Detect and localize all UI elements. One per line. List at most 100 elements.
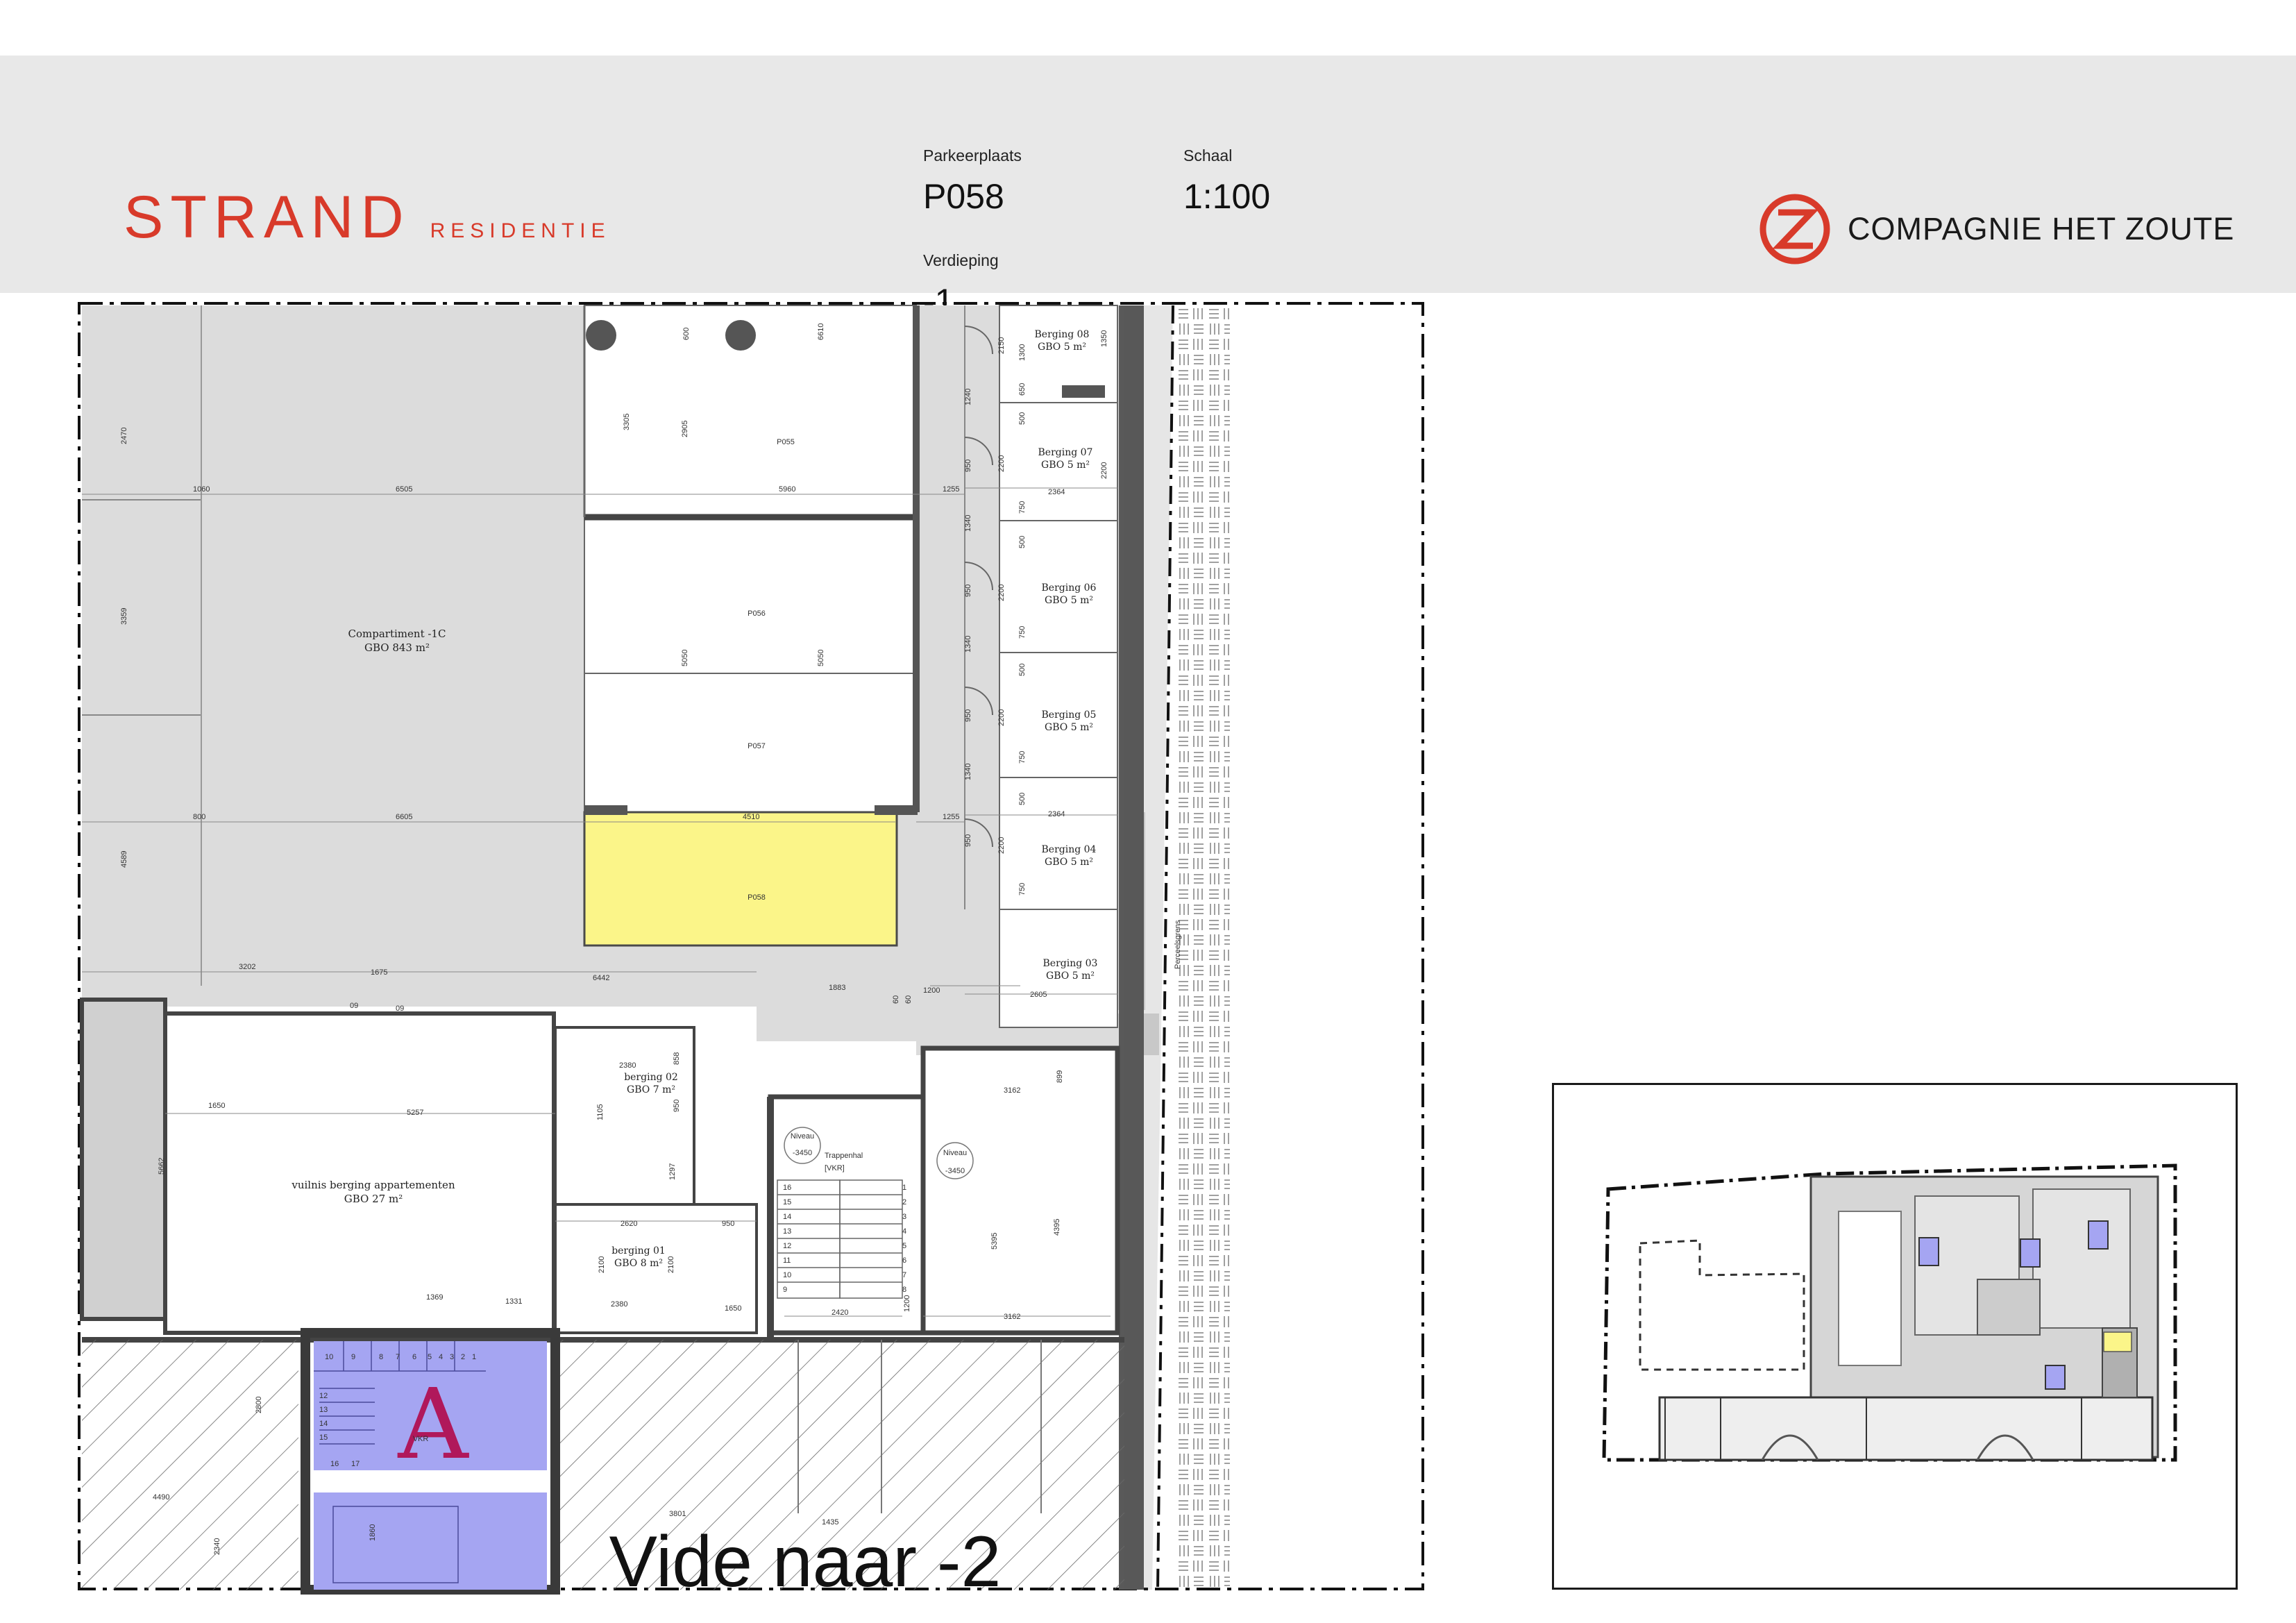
step-number: 16 (783, 1184, 791, 1192)
storage-name: Berging 06 (1042, 582, 1097, 594)
storage-area: GBO 5 m² (1045, 857, 1093, 868)
core-step-number: 4 (439, 1353, 443, 1361)
spot-label: P057 (748, 742, 766, 750)
dim-text: 2420 (832, 1309, 848, 1317)
dim-text: 950 (964, 709, 972, 722)
core-step-number: 16 (330, 1460, 339, 1468)
dim-text: 1255 (943, 813, 959, 821)
core-step-number: 7 (396, 1353, 400, 1361)
step-number: 7 (902, 1271, 906, 1279)
parking-spots (583, 305, 920, 947)
dim-text: 2340 (213, 1538, 221, 1555)
step-number: 15 (783, 1198, 791, 1206)
step-number: 6 (902, 1256, 906, 1265)
step-number: 4 (902, 1227, 906, 1236)
dim-text: 750 (1018, 501, 1027, 514)
storage-area: GBO 5 m² (1038, 342, 1086, 353)
spot-label: P056 (748, 609, 766, 618)
dim-text: 1300 (1018, 344, 1027, 361)
dim-text: 2364 (1048, 488, 1065, 496)
dim-text: 3162 (1004, 1313, 1020, 1321)
dim-text: 1675 (371, 968, 387, 977)
waste-room-area: GBO 27 m² (344, 1193, 403, 1205)
dim-text: 2605 (1030, 991, 1047, 999)
dim-text: 1255 (943, 485, 959, 494)
dim-text: 09 (350, 1002, 358, 1010)
dim-text: 1369 (426, 1293, 443, 1302)
dim-text: 2100 (598, 1256, 606, 1273)
dim-text: 500 (1018, 793, 1027, 805)
storage-name: Berging 03 (1043, 958, 1098, 969)
step-number: 14 (783, 1213, 791, 1221)
dim-text: 3202 (239, 963, 255, 971)
stair-core-letter: A (397, 1368, 469, 1481)
dim-text: 1200 (903, 1295, 911, 1312)
dim-text: 1060 (193, 485, 210, 494)
core-step-number: 17 (351, 1460, 360, 1468)
dim-text: 2905 (681, 421, 689, 437)
spot-p058-highlight (583, 811, 898, 947)
dim-text: 1340 (964, 636, 972, 653)
dim-text: 5050 (681, 650, 689, 666)
dim-text: 4589 (120, 851, 128, 868)
core-step-number: 5 (428, 1353, 432, 1361)
storage-name: Berging 08 (1035, 329, 1090, 340)
compartment-area: GBO 843 m² (364, 641, 430, 654)
dim-text: 950 (964, 460, 972, 472)
core-step-number: 9 (351, 1353, 355, 1361)
dim-text: 6505 (396, 485, 412, 494)
dim-text: 1435 (822, 1518, 838, 1527)
dim-text: 2200 (997, 585, 1006, 601)
step-number: 5 (902, 1242, 906, 1250)
dim-text: 6442 (593, 974, 609, 982)
void-label: Vide naar -2 (609, 1522, 1002, 1602)
dim-text: 950 (722, 1220, 734, 1228)
core-step-number: 3 (450, 1353, 454, 1361)
level-value: -3450 (945, 1167, 965, 1175)
step-number: 8 (902, 1286, 906, 1294)
dim-text: 4490 (153, 1493, 169, 1502)
storage-name: Berging 05 (1042, 709, 1097, 721)
step-number: 12 (783, 1242, 791, 1250)
dim-text: 899 (1056, 1070, 1064, 1083)
step-number: 3 (902, 1213, 906, 1221)
berging01-name: berging 01 (611, 1245, 666, 1256)
step-number: 13 (783, 1227, 791, 1236)
dim-text: 950 (964, 834, 972, 847)
lower-rooms (80, 998, 1124, 1343)
dim-text: 2200 (997, 455, 1006, 472)
dim-text: 4510 (743, 813, 759, 821)
dim-text: 5257 (407, 1109, 423, 1117)
dim-text: 6605 (396, 813, 412, 821)
dim-text: 2200 (997, 837, 1006, 854)
stairwell-code: [VKR] (825, 1164, 845, 1172)
core-step-number: 14 (319, 1420, 328, 1428)
dim-text: 1350 (1100, 330, 1108, 347)
dim-text: 2200 (997, 709, 1006, 726)
step-number: 1 (902, 1184, 906, 1192)
stair-core-code: VKR (413, 1435, 429, 1443)
step-number: 10 (783, 1271, 791, 1279)
dim-text: 750 (1018, 626, 1027, 639)
core-step-number: 1 (472, 1353, 476, 1361)
dim-text: 3162 (1004, 1086, 1020, 1095)
core-step-number: 8 (379, 1353, 383, 1361)
dim-text: 5662 (158, 1158, 166, 1175)
dim-text: 600 (682, 328, 691, 340)
dim-text: 1105 (596, 1104, 605, 1120)
dim-text: 1883 (829, 984, 845, 992)
core-step-number: 10 (325, 1353, 333, 1361)
dim-text: 750 (1018, 883, 1027, 895)
dim-text: 750 (1018, 751, 1027, 764)
dim-text: 1240 (964, 389, 972, 405)
dim-text: 3305 (623, 414, 631, 430)
dim-text: 4395 (1053, 1219, 1061, 1236)
dim-text: 2470 (120, 428, 128, 444)
dim-text: 1331 (505, 1297, 522, 1306)
dim-text: 5395 (990, 1233, 999, 1250)
dim-text: 1860 (369, 1524, 377, 1541)
dim-text: 950 (673, 1100, 681, 1112)
dim-text: 3359 (120, 608, 128, 625)
key-plan-drawing (1602, 1163, 2177, 1462)
waste-room-name: vuilnis berging appartementen (291, 1179, 455, 1191)
